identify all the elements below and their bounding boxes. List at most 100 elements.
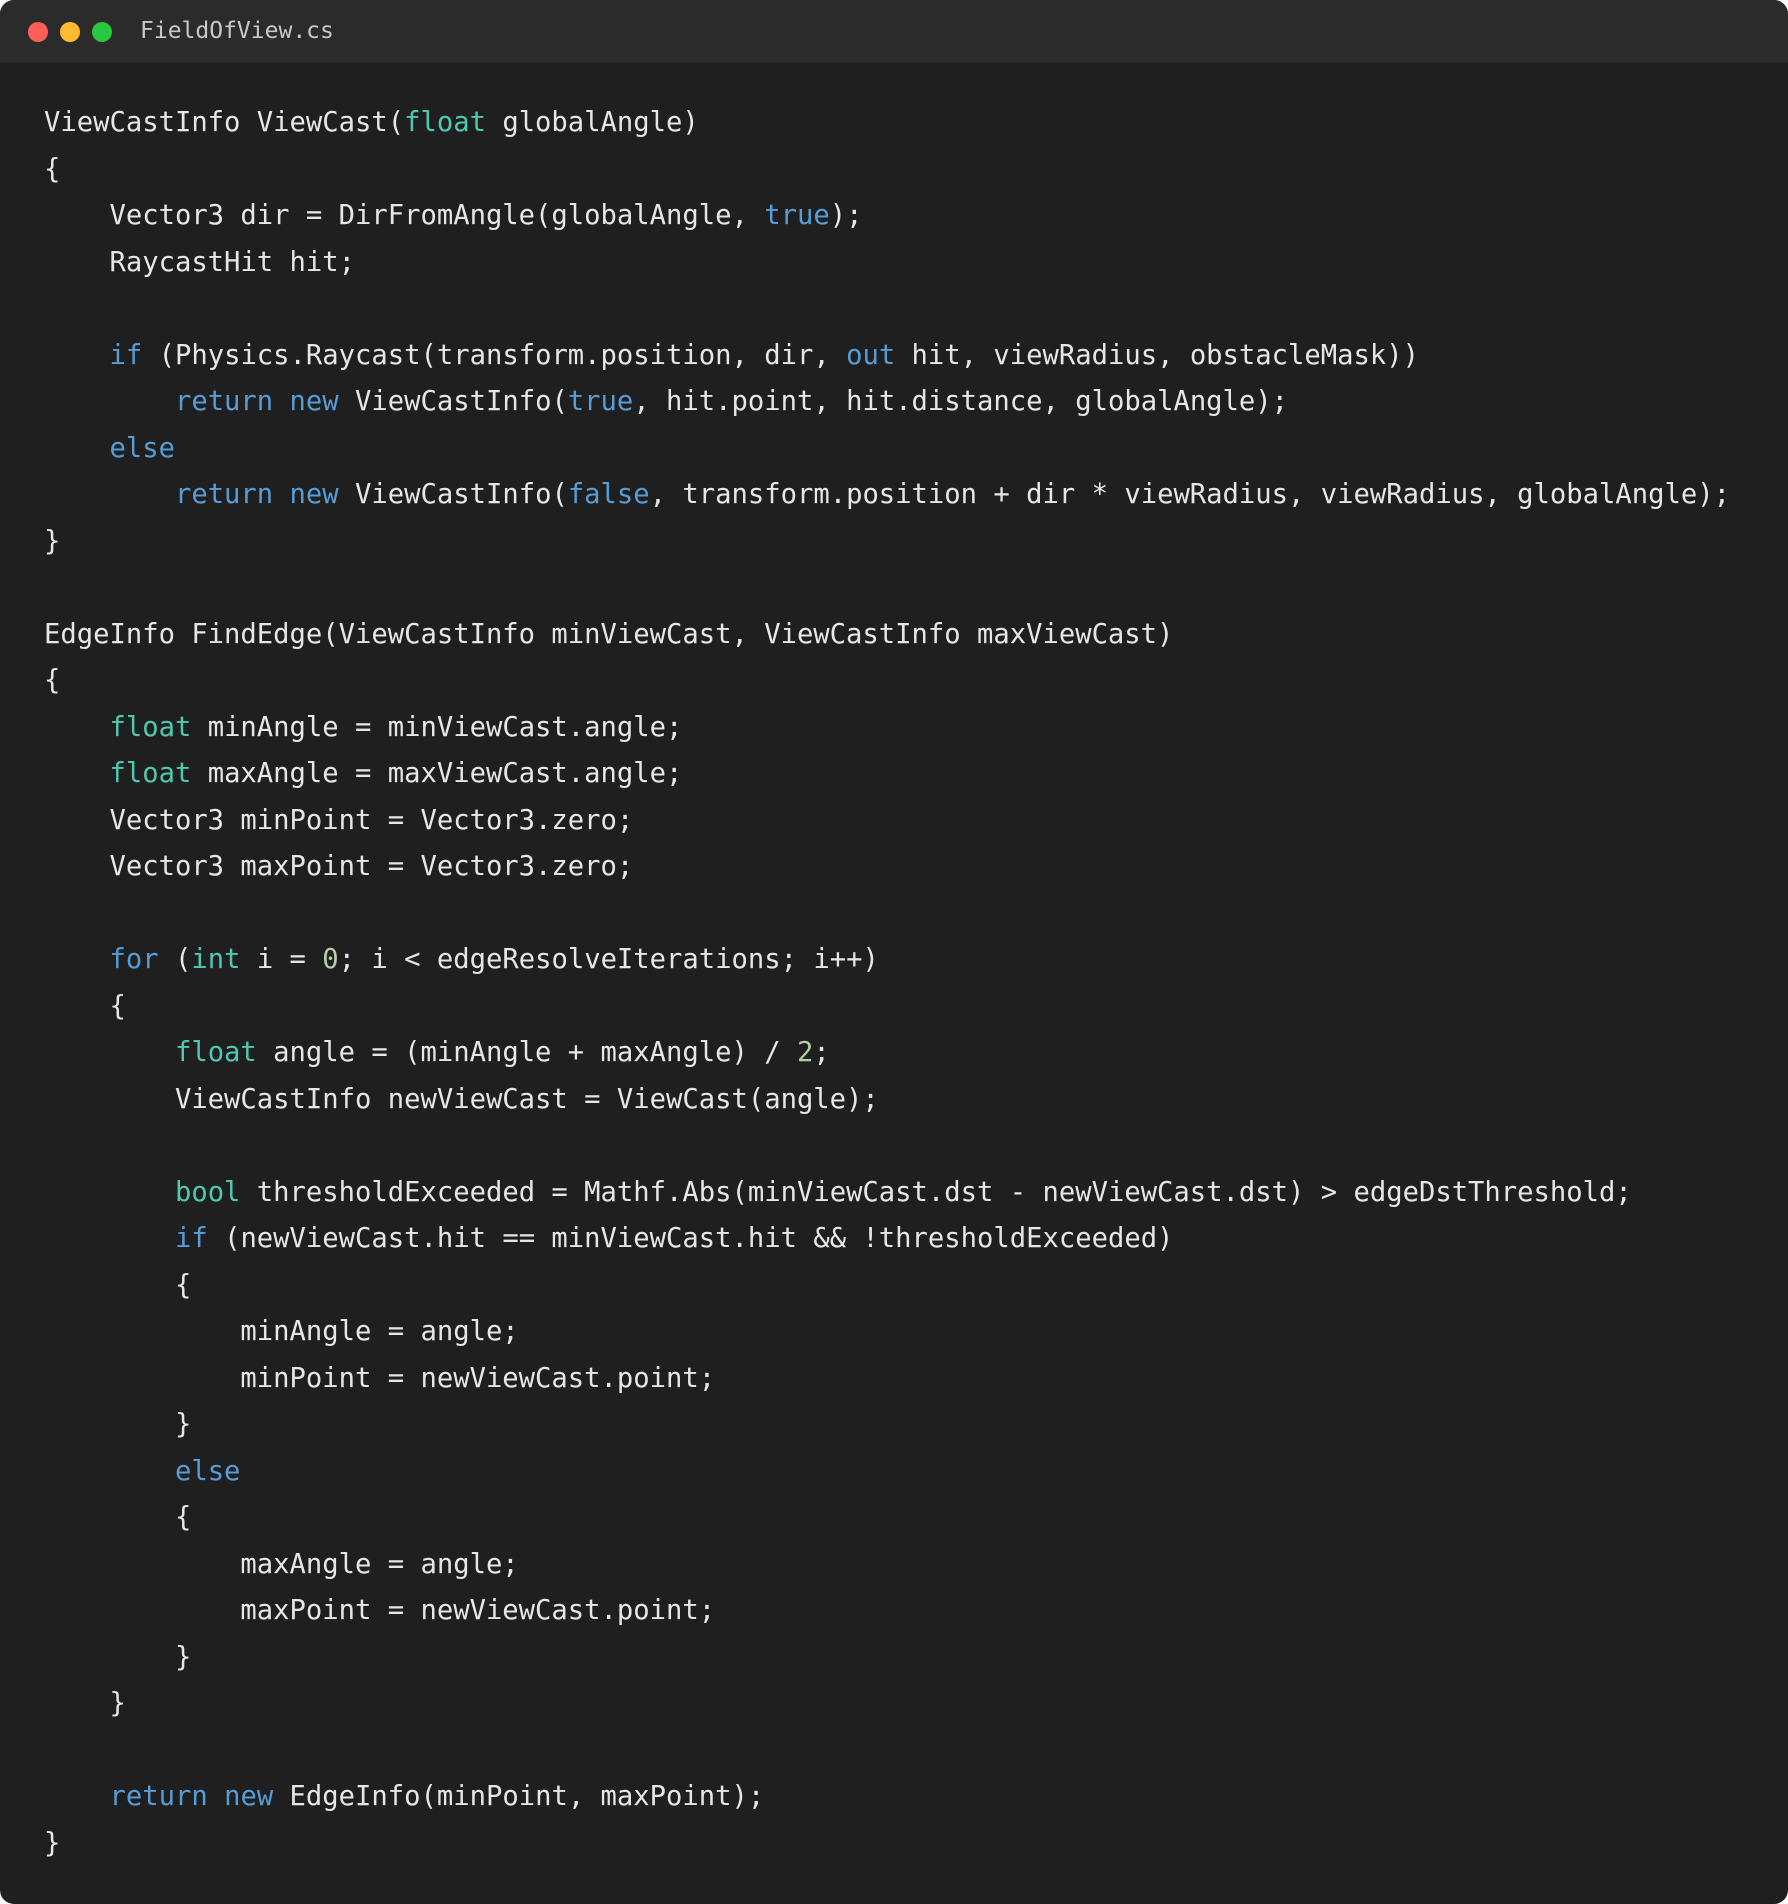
code-token-plain: minPoint = newViewCast.point; bbox=[44, 1362, 716, 1394]
code-token-plain: { bbox=[44, 990, 126, 1022]
code-token-plain: ( bbox=[158, 944, 192, 975]
code-token-number: 0 bbox=[322, 944, 339, 975]
code-token-plain: angle = (minAngle + maxAngle) / bbox=[256, 1037, 797, 1068]
code-line: } bbox=[44, 1635, 1730, 1682]
code-token-plain: { bbox=[44, 153, 61, 185]
maximize-window-button[interactable] bbox=[92, 22, 112, 42]
code-line: } bbox=[44, 1821, 1730, 1868]
code-line: return new EdgeInfo(minPoint, maxPoint); bbox=[44, 1774, 1730, 1821]
code-line: { bbox=[44, 984, 1730, 1031]
code-token-plain: , transform.position + dir * viewRadius,… bbox=[649, 479, 1730, 510]
code-line: { bbox=[44, 658, 1730, 705]
code-token-keyword: return bbox=[174, 386, 274, 417]
code-token-keyword: for bbox=[109, 944, 159, 975]
code-line: minAngle = angle; bbox=[44, 1309, 1730, 1356]
code-token-plain: ViewCastInfo( bbox=[338, 386, 568, 417]
code-token-keyword: return bbox=[174, 479, 274, 510]
code-line: if (Physics.Raycast(transform.position, … bbox=[44, 333, 1730, 380]
code-line: bool thresholdExceeded = Mathf.Abs(minVi… bbox=[44, 1170, 1730, 1217]
code-token-number: 2 bbox=[796, 1037, 814, 1068]
code-line: float maxAngle = maxViewCast.angle; bbox=[44, 751, 1730, 798]
code-token-keyword: true bbox=[764, 200, 830, 231]
code-line: EdgeInfo FindEdge(ViewCastInfo minViewCa… bbox=[44, 612, 1730, 659]
code-token-type: float bbox=[174, 1037, 257, 1068]
code-line: float angle = (minAngle + maxAngle) / 2; bbox=[44, 1030, 1730, 1077]
code-token-keyword: if bbox=[174, 1223, 208, 1254]
code-token-keyword: else bbox=[109, 432, 175, 464]
code-token-plain: Vector3 maxPoint = Vector3.zero; bbox=[44, 851, 634, 882]
code-token-type: float bbox=[109, 758, 192, 789]
code-token-keyword: new bbox=[289, 386, 339, 417]
code-token-keyword: new bbox=[289, 479, 339, 510]
code-line: maxPoint = newViewCast.point; bbox=[44, 1588, 1730, 1635]
code-token-type: bool bbox=[174, 1176, 241, 1208]
code-token-type: float bbox=[404, 107, 486, 138]
code-token-keyword: new bbox=[224, 1781, 274, 1812]
code-token-plain: EdgeInfo(minPoint, maxPoint); bbox=[273, 1781, 765, 1812]
code-token-plain: RaycastHit hit; bbox=[44, 246, 355, 278]
code-line: Vector3 maxPoint = Vector3.zero; bbox=[44, 844, 1730, 891]
code-line: } bbox=[44, 1402, 1730, 1449]
minimize-window-button[interactable] bbox=[60, 22, 80, 42]
code-token-keyword: return bbox=[109, 1781, 208, 1812]
code-line: maxAngle = angle; bbox=[44, 1542, 1730, 1589]
code-token-plain: globalAngle) bbox=[485, 107, 699, 138]
code-token-plain: hit, viewRadius, obstacleMask)) bbox=[895, 339, 1419, 371]
code-token-plain: { bbox=[44, 665, 61, 696]
code-line: RaycastHit hit; bbox=[44, 240, 1730, 287]
code-token-plain: EdgeInfo FindEdge(ViewCastInfo minViewCa… bbox=[44, 618, 1174, 650]
code-token-type: int bbox=[191, 944, 241, 975]
code-token-plain: Vector3 minPoint = Vector3.zero; bbox=[44, 804, 634, 836]
code-token-type: float bbox=[109, 711, 192, 743]
code-line: } bbox=[44, 519, 1730, 566]
code-token-keyword: true bbox=[567, 386, 634, 417]
title-bar: FieldOfView.cs bbox=[0, 0, 1788, 63]
code-token-plain: (Physics.Raycast(transform.position, dir… bbox=[142, 339, 847, 371]
code-token-plain: ViewCastInfo ViewCast( bbox=[44, 107, 405, 138]
code-token-plain: ); bbox=[829, 200, 863, 231]
code-line: Vector3 dir = DirFromAngle(globalAngle, … bbox=[44, 193, 1730, 240]
code-window: FieldOfView.cs ViewCastInfo ViewCast(flo… bbox=[0, 0, 1788, 1904]
code-token-plain: Vector3 dir = DirFromAngle(globalAngle, bbox=[44, 200, 765, 231]
code-token-keyword: out bbox=[846, 339, 896, 371]
close-window-button[interactable] bbox=[28, 22, 48, 42]
code-line: { bbox=[44, 1263, 1730, 1310]
code-token-plain: } bbox=[44, 1641, 192, 1673]
code-token-plain: } bbox=[44, 525, 61, 557]
code-line: ViewCastInfo newViewCast = ViewCast(angl… bbox=[44, 1077, 1730, 1124]
code-token-plain: minAngle = minViewCast.angle; bbox=[191, 711, 683, 743]
code-token-plain: } bbox=[44, 1688, 126, 1719]
code-token-plain: } bbox=[44, 1827, 61, 1859]
code-token-plain: ViewCastInfo( bbox=[338, 479, 568, 510]
code-token-plain: thresholdExceeded = Mathf.Abs(minViewCas… bbox=[240, 1176, 1632, 1208]
code-line: ViewCastInfo ViewCast(float globalAngle) bbox=[44, 100, 1730, 147]
code-editor[interactable]: ViewCastInfo ViewCast(float globalAngle)… bbox=[44, 100, 1730, 1867]
code-line: for (int i = 0; i < edgeResolveIteration… bbox=[44, 937, 1730, 984]
code-token-plain: { bbox=[44, 1502, 192, 1533]
code-token-plain: ViewCastInfo newViewCast = ViewCast(angl… bbox=[44, 1083, 879, 1115]
code-line: else bbox=[44, 426, 1730, 473]
code-token-keyword: if bbox=[109, 339, 143, 371]
code-line: minPoint = newViewCast.point; bbox=[44, 1356, 1730, 1403]
file-name-label: FieldOfView.cs bbox=[140, 18, 334, 44]
code-token-plain: { bbox=[44, 1269, 192, 1301]
code-line: Vector3 minPoint = Vector3.zero; bbox=[44, 798, 1730, 845]
